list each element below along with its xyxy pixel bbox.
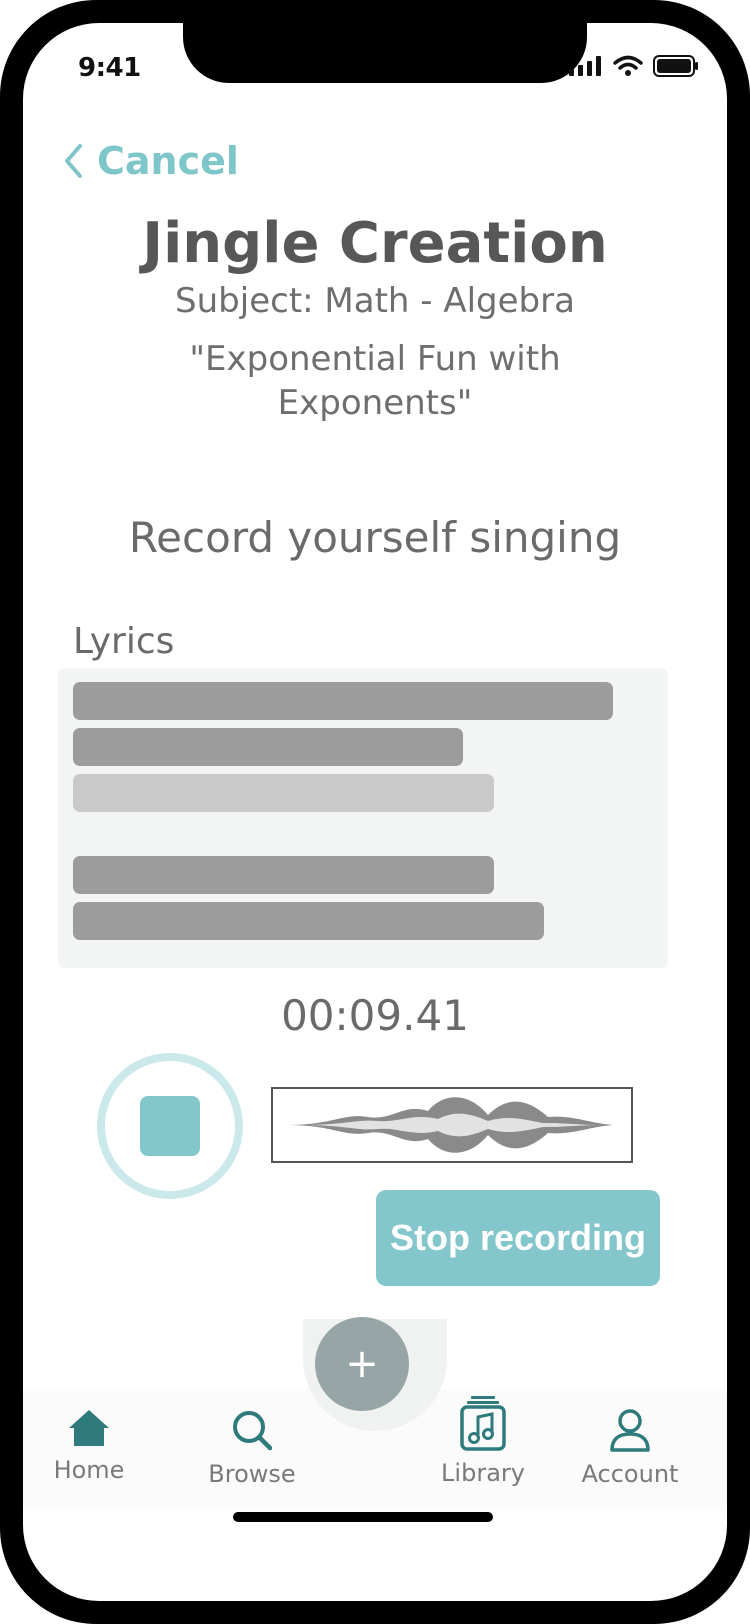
- notch: [183, 23, 587, 83]
- cancel-label: Cancel: [97, 139, 239, 183]
- status-time: 9:41: [78, 53, 141, 83]
- subject-label: Subject: Math - Algebra: [175, 281, 575, 321]
- stop-icon: [140, 1096, 200, 1156]
- song-title: "Exponential Fun with Exponents": [189, 339, 561, 423]
- search-icon: [233, 1411, 273, 1451]
- record-stop-toggle[interactable]: [97, 1053, 243, 1199]
- tab-library[interactable]: Library: [441, 1395, 525, 1487]
- tab-browse[interactable]: Browse: [207, 1408, 297, 1488]
- waveform-icon: [288, 1097, 613, 1153]
- lyrics-line-placeholder: [73, 856, 494, 894]
- cancel-button[interactable]: Cancel: [63, 139, 239, 183]
- add-button[interactable]: +: [315, 1317, 409, 1411]
- status-icons: [569, 55, 699, 77]
- screen: 9:41 Cancel Jingle Creation Subject: Mat…: [23, 23, 727, 1601]
- tab-account-label: Account: [581, 1460, 679, 1488]
- lyrics-line-placeholder: [73, 682, 613, 720]
- music-library-icon: [460, 1396, 506, 1451]
- stop-recording-button[interactable]: Stop recording: [376, 1190, 660, 1286]
- recording-timer: 00:09.41: [281, 991, 469, 1040]
- plus-icon: +: [345, 1341, 379, 1387]
- lyrics-line-placeholder: [73, 728, 463, 766]
- tab-library-label: Library: [441, 1459, 525, 1487]
- signal-icon: [569, 56, 601, 76]
- record-prompt: Record yourself singing: [128, 513, 622, 562]
- tab-account[interactable]: Account: [580, 1408, 680, 1488]
- lyrics-line-placeholder: [73, 774, 494, 812]
- wifi-icon: [613, 55, 643, 76]
- tab-home[interactable]: Home: [53, 1408, 125, 1484]
- lyrics-line-placeholder: [73, 902, 544, 940]
- tab-home-label: Home: [53, 1456, 125, 1484]
- lyrics-box: [58, 668, 668, 968]
- phone-frame: 9:41 Cancel Jingle Creation Subject: Mat…: [0, 0, 750, 1624]
- chevron-left-icon: [65, 144, 82, 178]
- tab-browse-label: Browse: [208, 1460, 296, 1488]
- home-indicator: [233, 1512, 493, 1522]
- battery-icon: [653, 55, 698, 77]
- audio-waveform: [271, 1087, 633, 1163]
- page-title: Jingle Creation: [142, 211, 608, 276]
- home-icon: [69, 1410, 109, 1446]
- account-icon: [610, 1409, 650, 1452]
- lyrics-label: Lyrics: [73, 621, 175, 662]
